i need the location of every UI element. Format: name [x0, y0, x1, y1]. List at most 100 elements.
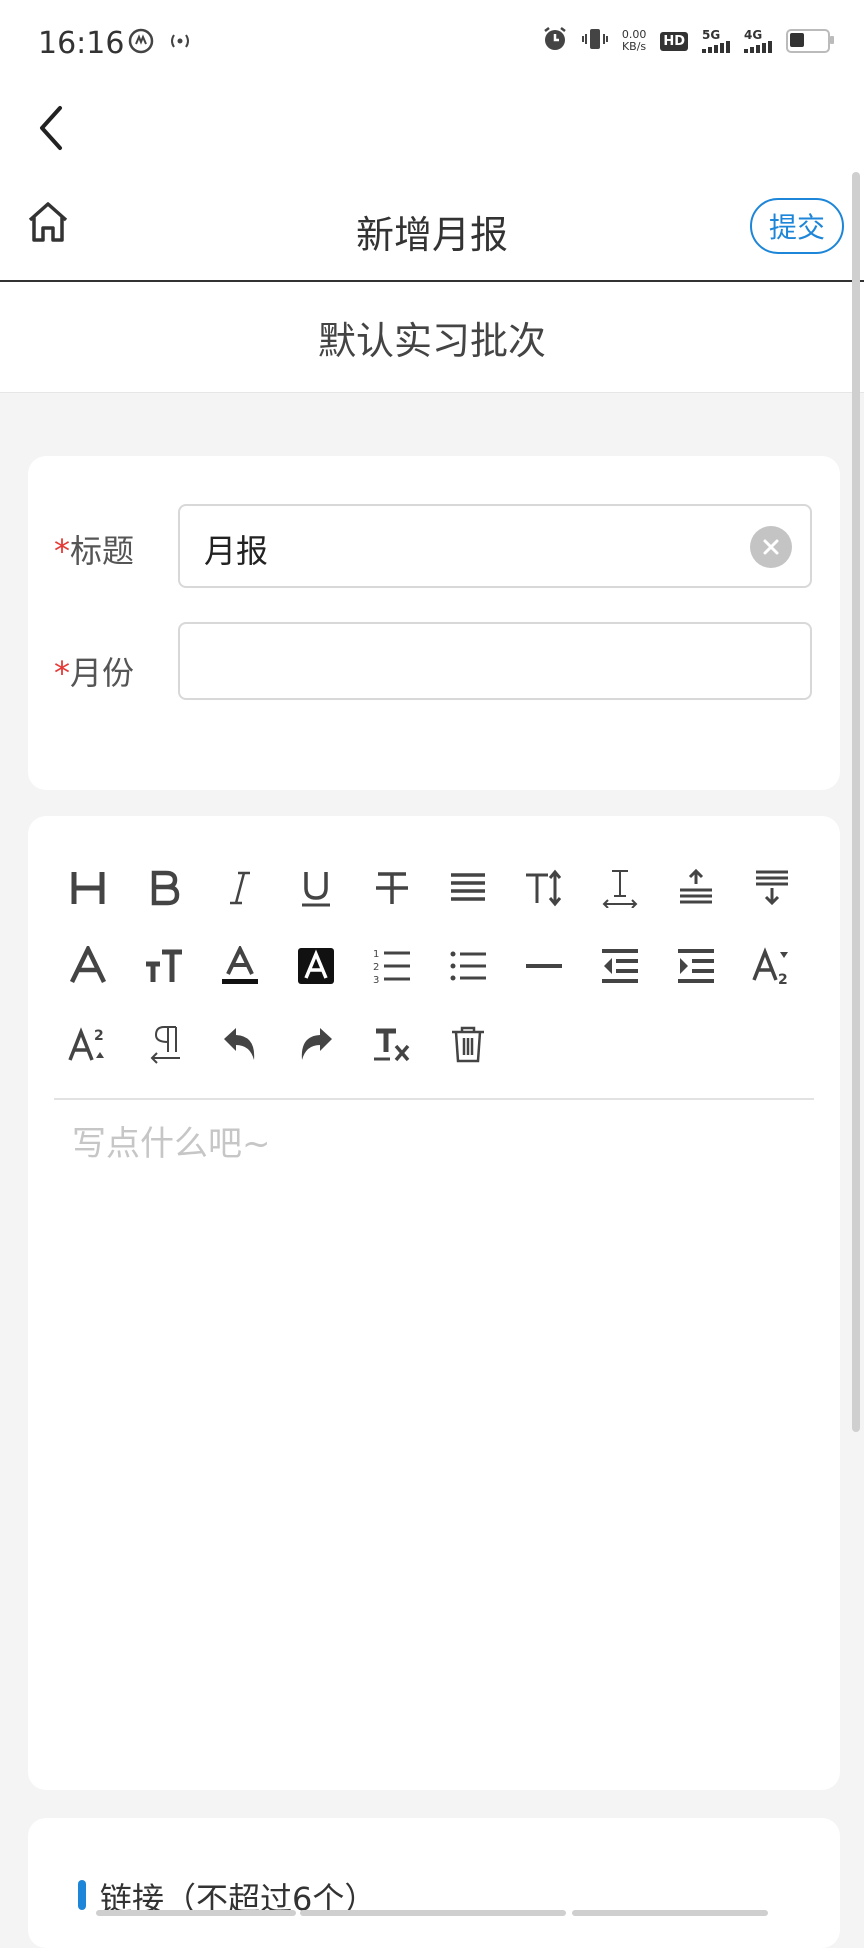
net-speed: 0.00 KB/s: [622, 29, 647, 53]
back-row: [0, 90, 864, 170]
text-size-toggle-button[interactable]: [140, 942, 188, 990]
form-card: *标题 月报 *月份: [28, 456, 840, 790]
month-label-text: 月份: [70, 654, 135, 692]
editor-content[interactable]: 写点什么吧~: [72, 1116, 271, 1165]
status-bar: 16:16 0.00 KB/s HD 5G 4G: [0, 0, 864, 90]
line-height-down-button[interactable]: [748, 864, 796, 912]
svg-text:2: 2: [778, 972, 788, 986]
clear-format-icon: [374, 1028, 410, 1062]
undo-button[interactable]: [216, 1020, 264, 1068]
signal-5g: 5G: [702, 29, 730, 53]
background-color-icon: [298, 948, 334, 984]
page-title: 新增月报: [355, 213, 508, 257]
letter-spacing-button[interactable]: [596, 864, 644, 912]
strikethrough-icon: [376, 872, 408, 904]
svg-text:2: 2: [373, 962, 379, 973]
superscript-icon: 2: [68, 1027, 104, 1061]
gesture-bar: [300, 1910, 566, 1916]
italic-button[interactable]: [216, 864, 264, 912]
toolbar-divider: [54, 1098, 814, 1100]
svg-text:2: 2: [94, 1028, 104, 1044]
signal-5g-bars-icon: [702, 41, 730, 53]
required-mark: *: [54, 532, 70, 570]
paragraph-direction-button[interactable]: [140, 1020, 188, 1068]
chevron-left-icon: [40, 106, 62, 150]
indent-button[interactable]: [672, 942, 720, 990]
outdent-button[interactable]: [596, 942, 644, 990]
delete-button[interactable]: [444, 1020, 492, 1068]
gesture-bar: [572, 1910, 768, 1916]
clear-title-button[interactable]: [750, 526, 792, 568]
links-card: 链接（不超过6个）: [28, 1818, 840, 1948]
ordered-list-icon: 1 2 3: [373, 949, 410, 986]
clear-format-button[interactable]: [368, 1020, 416, 1068]
submit-button[interactable]: 提交: [750, 198, 844, 254]
align-button[interactable]: [444, 864, 492, 912]
letter-spacing-icon: [602, 870, 638, 908]
back-button[interactable]: [30, 100, 74, 156]
underline-icon: [302, 872, 330, 907]
strikethrough-button[interactable]: [368, 864, 416, 912]
svg-text:3: 3: [373, 975, 379, 986]
svg-text:1: 1: [373, 949, 379, 960]
trash-icon: [452, 1026, 484, 1063]
horizontal-rule-button[interactable]: [520, 942, 568, 990]
bold-icon: [151, 870, 180, 906]
superscript-button[interactable]: 2: [64, 1020, 112, 1068]
page-header: 新增月报 提交: [0, 170, 864, 282]
line-height-up-icon: [680, 868, 712, 904]
redo-icon: [301, 1028, 332, 1060]
month-label: *月份: [54, 648, 134, 694]
bold-button[interactable]: [140, 864, 188, 912]
font-color-icon: [222, 946, 258, 984]
subscript-button[interactable]: 2: [748, 942, 796, 990]
outdent-icon: [602, 949, 638, 983]
line-height-down-icon: [756, 870, 788, 906]
unordered-list-icon: [450, 951, 486, 981]
title-input[interactable]: 月报: [178, 504, 812, 588]
close-icon: [763, 539, 779, 555]
line-height-up-button[interactable]: [672, 864, 720, 912]
paragraph-direction-icon: [150, 1026, 180, 1064]
title-label: *标题: [54, 526, 134, 572]
font-size-icon: [526, 869, 562, 907]
signal-4g-bars-icon: [744, 41, 772, 53]
battery-icon: [786, 29, 834, 53]
net-speed-unit: KB/s: [621, 40, 647, 53]
status-icons-right: 0.00 KB/s HD 5G 4G: [542, 26, 834, 56]
hd-icon: HD: [660, 31, 688, 51]
status-time: 16:16: [38, 26, 125, 61]
editor-card: 1 2 3 2 2 写点什么吧~: [28, 816, 840, 1790]
background-color-button[interactable]: [292, 942, 340, 990]
app-notification-icon: [128, 28, 154, 58]
subscript-icon: 2: [752, 947, 788, 986]
scrollbar[interactable]: [852, 172, 860, 1432]
title-input-value: 月报: [204, 532, 269, 570]
align-justify-icon: [451, 873, 485, 901]
font-button[interactable]: [64, 942, 112, 990]
ordered-list-button[interactable]: 1 2 3: [368, 942, 416, 990]
text-size-icon: [146, 949, 182, 982]
redo-button[interactable]: [292, 1020, 340, 1068]
required-mark: *: [54, 654, 70, 692]
font-icon: [69, 946, 107, 983]
signal-4g-label: 4G: [744, 28, 763, 42]
signal-5g-label: 5G: [702, 28, 721, 42]
underline-button[interactable]: [292, 864, 340, 912]
signal-4g: 4G: [744, 29, 772, 53]
indent-icon: [678, 949, 714, 983]
heading-icon: [71, 872, 105, 904]
unordered-list-button[interactable]: [444, 942, 492, 990]
batch-selector[interactable]: 默认实习批次: [0, 282, 864, 393]
gesture-bar: [96, 1910, 296, 1916]
italic-icon: [230, 871, 250, 905]
font-color-button[interactable]: [216, 942, 264, 990]
heading-button[interactable]: [64, 864, 112, 912]
month-input[interactable]: [178, 622, 812, 700]
horizontal-rule-icon: [526, 964, 562, 968]
alarm-icon: [542, 26, 568, 56]
vibrate-icon: [581, 26, 608, 56]
undo-icon: [224, 1028, 255, 1060]
font-size-button[interactable]: [520, 864, 568, 912]
title-label-text: 标题: [70, 532, 135, 570]
